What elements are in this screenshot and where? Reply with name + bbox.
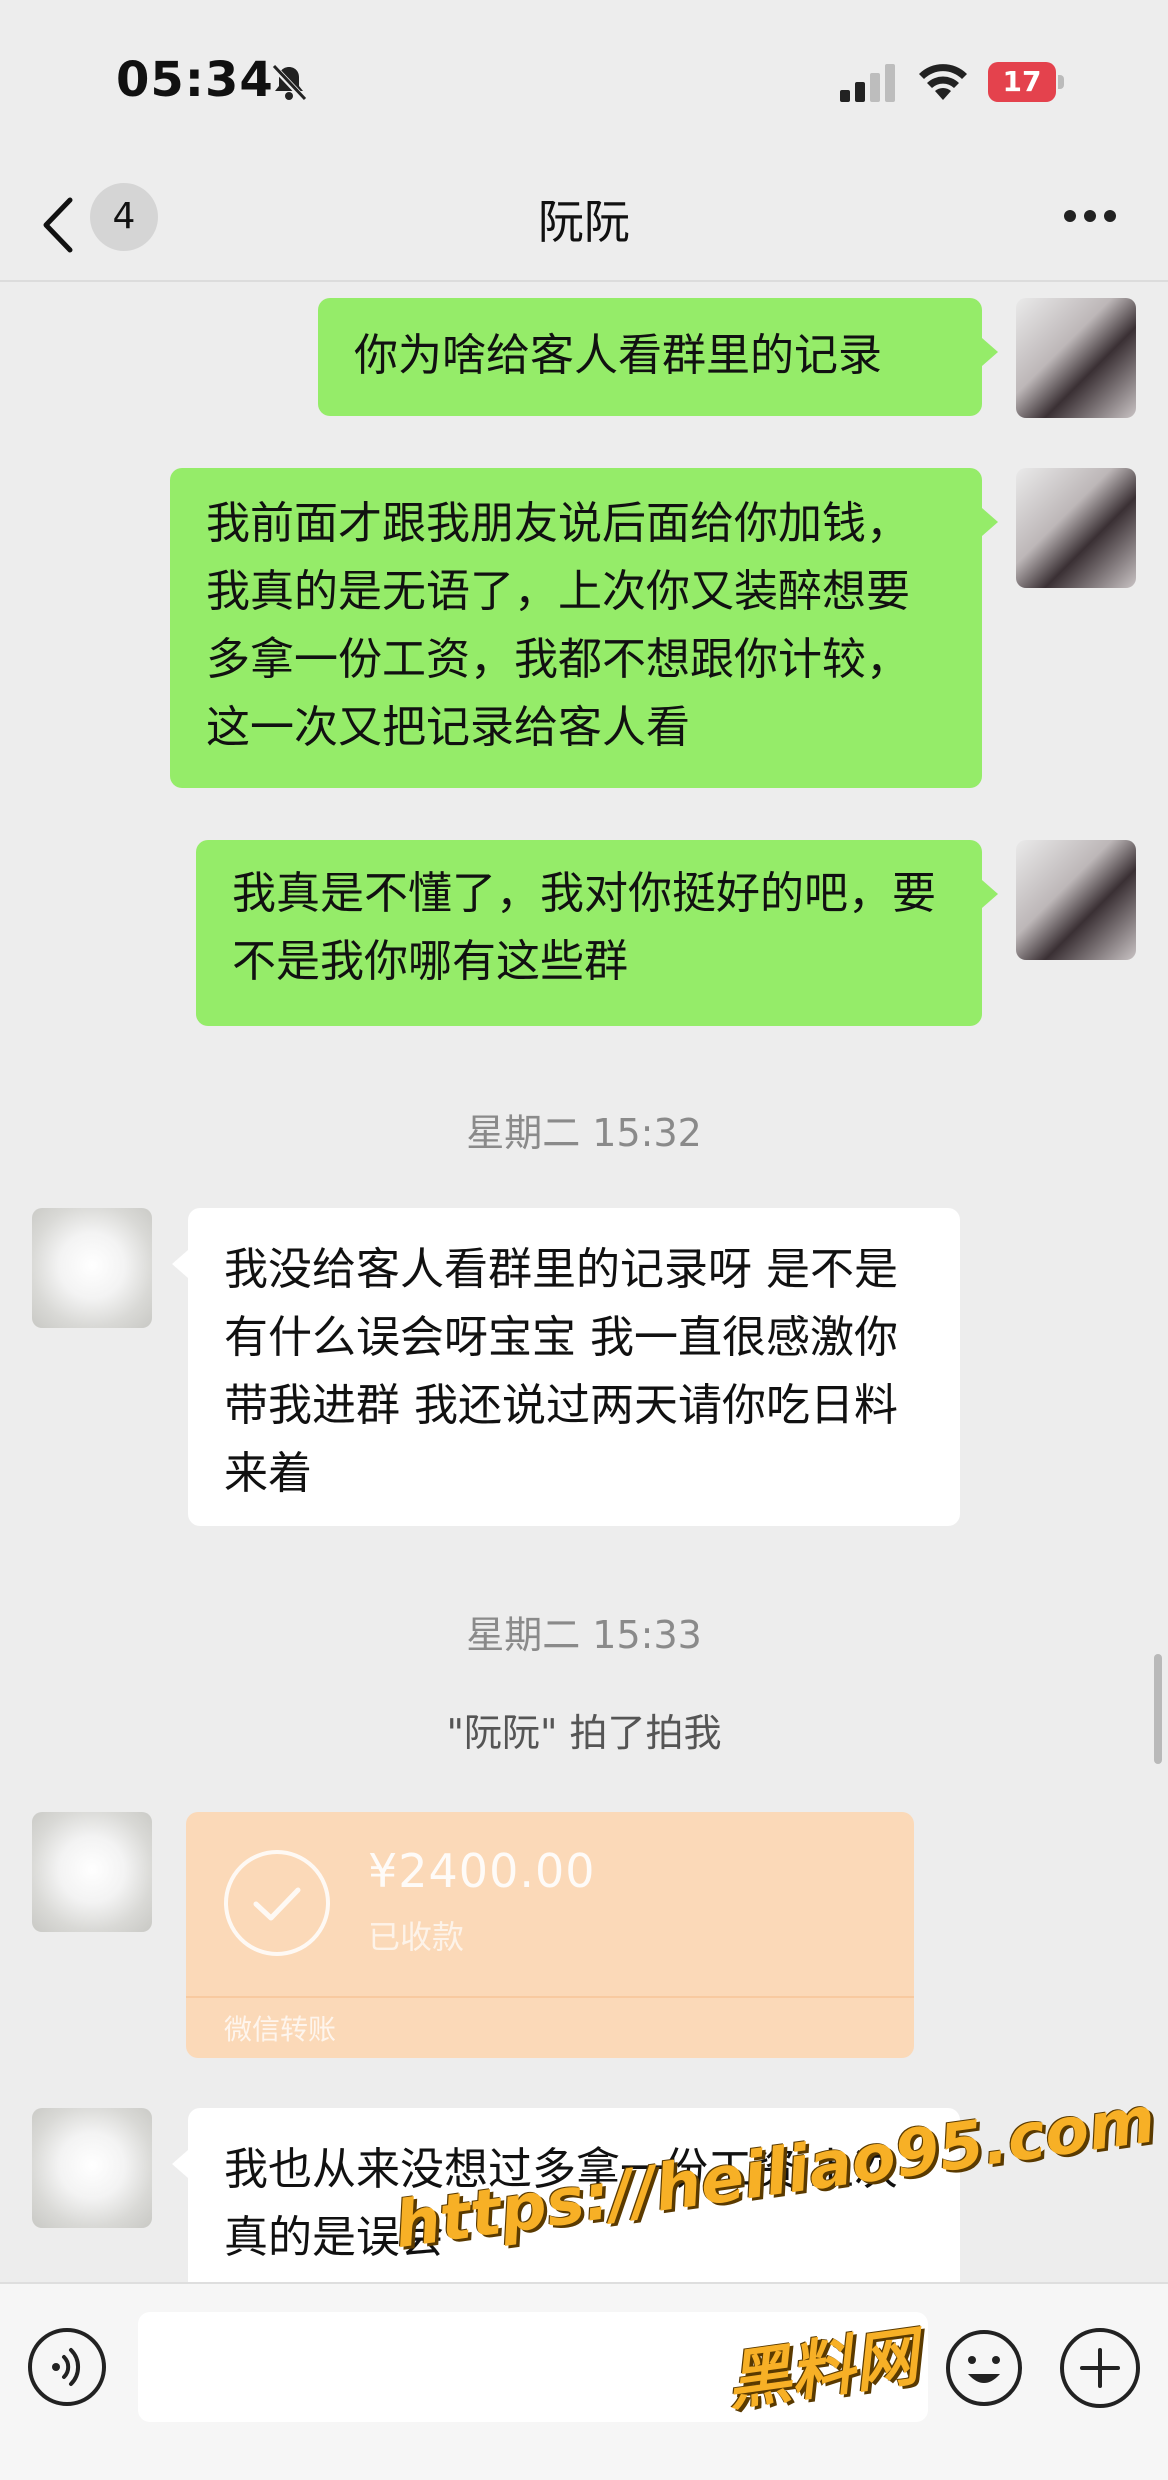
- transfer-label: 微信转账: [224, 2013, 337, 2046]
- input-bar: [0, 2282, 1168, 2480]
- message-timestamp: 星期二 15:32: [466, 1111, 702, 1155]
- received-message-bubble[interactable]: 我没给客人看群里的记录呀 是不是有什么误会呀宝宝 我一直很感激你带我进群 我还说…: [188, 1208, 960, 1526]
- status-time: 05:34: [116, 52, 274, 108]
- message-timestamp: 星期二 15:33: [466, 1613, 702, 1657]
- scrollbar[interactable]: [1154, 1654, 1162, 1764]
- transfer-status: 已收款: [368, 1918, 465, 1956]
- battery-level: 17: [1002, 65, 1042, 98]
- contact-avatar[interactable]: [32, 1812, 152, 1932]
- transfer-card[interactable]: ¥2400.00 已收款 微信转账: [186, 1812, 914, 2058]
- battery-icon: 17: [988, 62, 1066, 104]
- system-nudge-notice: "阮阮" 拍了拍我: [446, 1711, 722, 1755]
- bell-slash-icon: [270, 63, 308, 103]
- transfer-amount: ¥2400.00: [368, 1844, 596, 1898]
- sent-message-bubble[interactable]: 我前面才跟我朋友说后面给你加钱，我真的是无语了，上次你又装醉想要多拿一份工资，我…: [170, 468, 982, 788]
- signal-icon: [840, 64, 895, 102]
- contact-avatar[interactable]: [32, 2108, 152, 2228]
- wifi-icon: [919, 64, 967, 100]
- my-avatar[interactable]: [1016, 840, 1136, 960]
- my-avatar[interactable]: [1016, 468, 1136, 588]
- voice-icon[interactable]: [28, 2328, 106, 2406]
- emoji-icon[interactable]: [944, 2328, 1024, 2408]
- contact-avatar[interactable]: [32, 1208, 152, 1328]
- sent-message-bubble[interactable]: 你为啥给客人看群里的记录: [318, 298, 982, 416]
- plus-icon[interactable]: [1060, 2328, 1140, 2408]
- more-dots-icon[interactable]: [1060, 200, 1120, 230]
- check-icon: [224, 1850, 330, 1956]
- status-bar: 05:34 17: [0, 0, 1168, 160]
- chat-title: 阮阮: [538, 195, 630, 249]
- my-avatar[interactable]: [1016, 298, 1136, 418]
- sent-message-bubble[interactable]: 我真是不懂了，我对你挺好的吧，要不是我你哪有这些群: [196, 840, 982, 1026]
